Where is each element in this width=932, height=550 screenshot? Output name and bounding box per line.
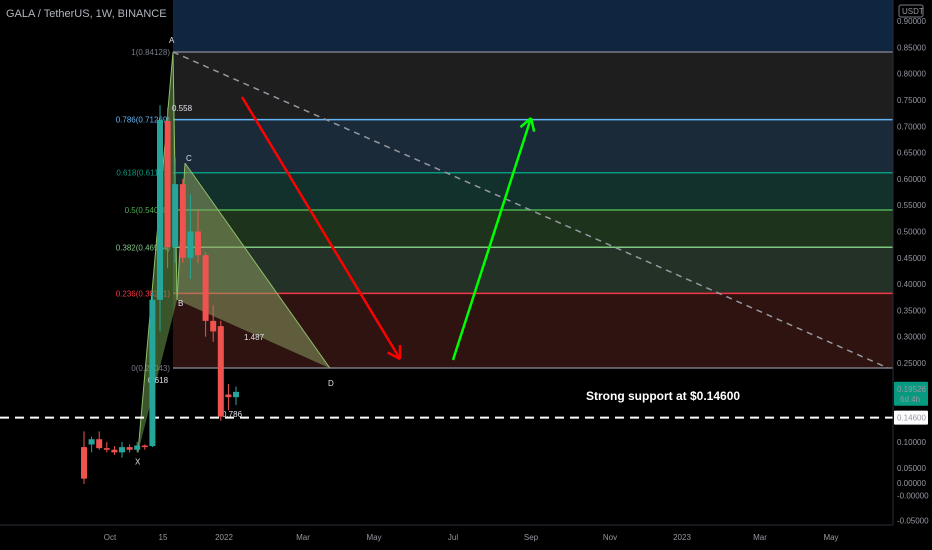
candle-body — [202, 255, 209, 321]
time-tick-label: May — [366, 533, 381, 542]
candle-body — [103, 448, 110, 450]
time-tick-label: Sep — [524, 533, 539, 542]
candle-body — [195, 231, 201, 256]
candle-body — [96, 439, 103, 449]
time-tick-label: 2022 — [215, 533, 233, 542]
candle-body — [179, 184, 186, 258]
candle-body — [111, 449, 118, 453]
price-tick-label: 0.90000 — [897, 17, 926, 26]
pattern-ratio-label: 1.487 — [244, 333, 265, 342]
price-tick-label: 0.50000 — [897, 227, 926, 236]
fib-zone — [173, 209, 893, 248]
currency-tag: USDT — [902, 7, 924, 16]
time-tick-label: Jul — [448, 533, 458, 542]
candle-body — [164, 121, 171, 248]
price-tick-label: -0.00000 — [897, 491, 929, 500]
candle-body — [88, 439, 95, 445]
candle-body — [187, 231, 194, 258]
price-tick-label: 0.05000 — [897, 464, 926, 473]
price-tick-label: 0.35000 — [897, 306, 926, 315]
fib-zone — [173, 52, 893, 120]
point-label-c: C — [186, 154, 192, 163]
time-tick-label: Oct — [104, 533, 117, 542]
candle-body — [233, 391, 239, 398]
price-tick-label: 0.10000 — [897, 438, 926, 447]
support-price-label: 0.14600 — [897, 414, 926, 423]
fib-zone — [173, 247, 893, 294]
candle-body — [141, 445, 148, 448]
time-tick-label: Mar — [296, 533, 310, 542]
pattern-ratio-label: 0.558 — [172, 104, 193, 113]
candle-body — [126, 447, 133, 450]
price-tick-label: -0.05000 — [897, 517, 929, 526]
support-annotation: Strong support at $0.14600 — [586, 389, 740, 403]
candle-body — [149, 299, 156, 447]
time-tick-label: May — [823, 533, 838, 542]
candle-body — [119, 447, 125, 453]
current-price-label: 0.19526 — [897, 385, 926, 394]
chart-title: GALA / TetherUS, 1W, BINANCE — [6, 8, 167, 20]
time-tick-label: 2023 — [673, 533, 691, 542]
price-tick-label: 0.75000 — [897, 96, 926, 105]
point-label-d: D — [328, 379, 334, 388]
fib-zone-top — [173, 0, 893, 52]
candle-body — [157, 119, 163, 300]
time-tick-label: Nov — [603, 533, 617, 542]
price-tick-label: 0.00000 — [897, 479, 926, 488]
price-tick-label: 0.55000 — [897, 201, 926, 210]
candle-body — [210, 320, 217, 332]
price-tick-label: 0.45000 — [897, 254, 926, 263]
time-tick-label: Mar — [753, 533, 767, 542]
price-tick-label: 0.25000 — [897, 359, 926, 368]
candle-body — [81, 447, 87, 479]
candle-body — [217, 326, 224, 417]
point-label-b: B — [178, 299, 183, 308]
price-tick-label: 0.80000 — [897, 70, 926, 79]
candle-body — [172, 184, 179, 248]
price-chart[interactable]: 1(0.84128)0.786(0.71269)0.618(0.61177)0.… — [0, 0, 932, 550]
price-tick-label: 0.30000 — [897, 333, 926, 342]
price-tick-label: 0.40000 — [897, 280, 926, 289]
point-label-a: A — [169, 36, 175, 45]
countdown-label: 6d 4h — [900, 395, 920, 404]
time-tick-label: 15 — [159, 533, 168, 542]
price-tick-label: 0.85000 — [897, 43, 926, 52]
price-tick-label: 0.60000 — [897, 175, 926, 184]
point-label-x: X — [135, 457, 141, 466]
candle-body — [134, 445, 141, 450]
price-tick-label: 0.65000 — [897, 149, 926, 158]
fib-level-label: 1(0.84128) — [131, 48, 170, 57]
candle-body — [225, 394, 232, 398]
fib-zone — [173, 172, 893, 210]
price-tick-label: 0.70000 — [897, 122, 926, 131]
